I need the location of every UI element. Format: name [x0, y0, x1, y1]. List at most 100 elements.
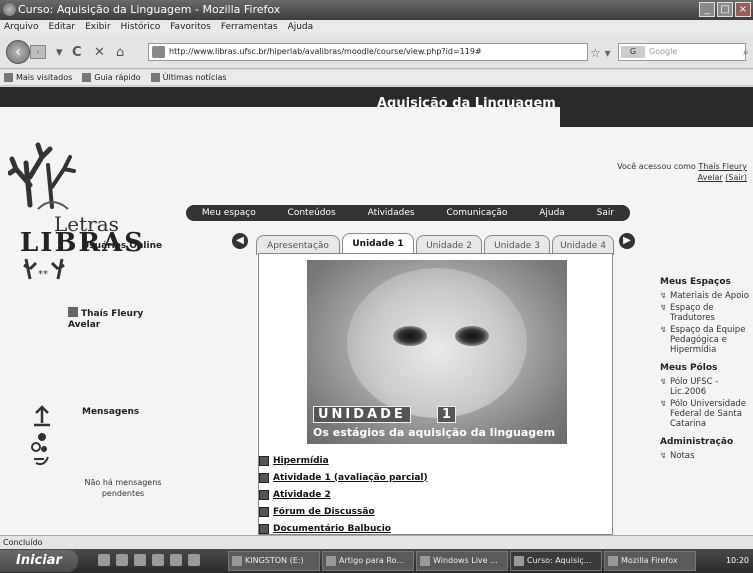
taskbar-item-firefox[interactable]: Mozilla Firefox	[604, 551, 696, 571]
space-materiais[interactable]: Materiais de Apoio	[660, 291, 753, 301]
taskbar-item-windows-live[interactable]: Windows Live ...	[416, 551, 508, 571]
pole-ufsc-federal[interactable]: Pólo Universidade Federal de Santa Catar…	[660, 399, 753, 429]
quick-launch	[98, 554, 200, 566]
pole-ufsc[interactable]: Pólo UFSC - Lic.2006	[660, 377, 753, 397]
bookmark-latest-news[interactable]: Últimas notícias	[150, 70, 227, 85]
online-users-title: Usuários Online	[82, 241, 163, 251]
online-user-name: Thaís Fleury Avelar	[68, 309, 144, 330]
bookmark-star-icon[interactable]: ☆ ▾	[590, 46, 611, 60]
site-identity-icon[interactable]	[152, 46, 165, 58]
tabs-next-button[interactable]: ▶	[619, 233, 635, 249]
reload-icon[interactable]: C	[72, 46, 82, 59]
dropdown-icon[interactable]: ▾	[56, 46, 63, 59]
start-button[interactable]: Iniciar	[0, 550, 78, 572]
navigation-toolbar: ‹ › ▾ C ✕ ⌂ http://www.libras.ufsc.br/hi…	[0, 35, 753, 69]
search-engine-icon[interactable]: G	[621, 46, 645, 58]
tab-unidade-1[interactable]: Unidade 1	[342, 233, 414, 255]
bookmark-icon	[82, 73, 92, 82]
tab-unidade-2[interactable]: Unidade 2	[416, 235, 482, 255]
menu-editar[interactable]: Editar	[48, 20, 75, 35]
quicklaunch-icon[interactable]	[116, 554, 128, 566]
menu-exibir[interactable]: Exibir	[85, 20, 110, 35]
nav-ajuda[interactable]: Ajuda	[533, 208, 571, 218]
resource-label: Fórum de Discussão	[273, 506, 375, 517]
menu-ferramentas[interactable]: Ferramentas	[221, 20, 278, 35]
logout-link[interactable]: (Sair)	[725, 173, 747, 182]
forum-icon	[259, 506, 269, 517]
window-titlebar: Curso: Aquisição da Linguagem - Mozilla …	[0, 0, 753, 20]
system-clock[interactable]: 10:20	[705, 551, 753, 571]
search-box[interactable]: G Google	[618, 43, 746, 61]
resource-atividade-2[interactable]: Atividade 2	[259, 486, 614, 503]
close-button[interactable]: ×	[735, 2, 751, 17]
my-poles-title: Meus Pólos	[660, 363, 718, 373]
window-controls: _ □ ×	[699, 2, 751, 17]
forward-button[interactable]: ›	[30, 45, 46, 59]
resource-documentario[interactable]: Documentário Balbucio	[259, 520, 614, 535]
nav-sair[interactable]: Sair	[591, 208, 620, 218]
bookmark-quick-guide[interactable]: Guia rápido	[82, 70, 141, 85]
resource-label: Documentário Balbucio	[273, 523, 391, 534]
hero-unit-number: 1	[437, 406, 457, 423]
admin-notas[interactable]: Notas	[660, 451, 753, 461]
nav-atividades[interactable]: Atividades	[362, 208, 421, 218]
quicklaunch-icon[interactable]	[170, 554, 182, 566]
login-info: Você acessou como Thaís Fleury Avelar (S…	[617, 161, 747, 183]
hero-subtitle: Os estágios da aquisição da linguagem	[313, 426, 556, 439]
menu-historico[interactable]: Histórico	[121, 20, 161, 35]
quicklaunch-icon[interactable]	[134, 554, 146, 566]
status-bar: Concluído	[0, 535, 753, 549]
my-spaces-title: Meus Espaços	[660, 277, 731, 287]
tab-apresentacao[interactable]: Apresentação	[256, 235, 340, 255]
space-equipe[interactable]: Espaço da Equipe Pedagógica e Hipermídia	[660, 325, 753, 355]
menu-ajuda[interactable]: Ajuda	[288, 20, 314, 35]
menu-favoritos[interactable]: Favoritos	[170, 20, 211, 35]
search-placeholder: Google	[649, 47, 678, 56]
messages-title: Mensagens	[82, 407, 140, 417]
bookmark-label: Últimas notícias	[162, 72, 227, 82]
window-title: Curso: Aquisição da Linguagem - Mozilla …	[18, 3, 281, 16]
taskbar-item-artigo[interactable]: Artigo para Ro...	[322, 551, 414, 571]
bookmark-most-visited[interactable]: Mais visitados	[4, 70, 72, 85]
bookmarks-toolbar: Mais visitados Guia rápido Últimas notíc…	[0, 70, 753, 86]
menu-arquivo[interactable]: Arquivo	[4, 20, 38, 35]
stop-icon[interactable]: ✕	[94, 46, 105, 59]
bookmark-icon	[4, 73, 13, 82]
online-user[interactable]: Thaís Fleury Avelar	[68, 307, 178, 331]
main-navigation: Meu espaço Conteúdos Atividades Comunica…	[186, 205, 630, 221]
nav-conteudos[interactable]: Conteúdos	[282, 208, 342, 218]
video-icon	[259, 523, 269, 534]
nav-meu-espaco[interactable]: Meu espaço	[196, 208, 262, 218]
space-tradutores[interactable]: Espaço de Tradutores	[660, 303, 753, 323]
nav-comunicacao[interactable]: Comunicação	[440, 208, 513, 218]
bookmark-label: Mais visitados	[16, 72, 73, 82]
minimize-button[interactable]: _	[699, 2, 715, 17]
letras-libras-logo[interactable]: Letras LIBRAS	[7, 135, 148, 258]
resource-forum[interactable]: Fórum de Discussão	[259, 503, 614, 520]
quicklaunch-icon[interactable]	[98, 554, 110, 566]
activity-icon	[259, 489, 269, 500]
tab-unidade-3[interactable]: Unidade 3	[484, 235, 550, 255]
taskbar-item-curso[interactable]: Curso: Aquisiç...	[510, 551, 602, 571]
maximize-button[interactable]: □	[717, 2, 733, 17]
tabs-prev-button[interactable]: ◀	[232, 233, 248, 249]
resource-hipermidia[interactable]: Hipermídia	[259, 452, 614, 469]
quicklaunch-icon[interactable]	[152, 554, 164, 566]
tab-unidade-4[interactable]: Unidade 4	[552, 235, 614, 255]
unit-content: UNIDADE 1 Os estágios da aquisição da li…	[258, 253, 613, 535]
back-button[interactable]: ‹	[6, 40, 30, 64]
menubar: Arquivo Editar Exibir Histórico Favorito…	[0, 20, 753, 35]
baby-face-image	[347, 268, 527, 418]
address-bar[interactable]: http://www.libras.ufsc.br/hiperlab/avali…	[148, 43, 588, 61]
unit-hero-image: UNIDADE 1 Os estágios da aquisição da li…	[307, 260, 567, 444]
no-messages-text: Não há mensagens pendentes	[84, 478, 162, 498]
taskbar-item-kingston[interactable]: KINGSTON (E:)	[228, 551, 320, 571]
resource-atividade-1[interactable]: Atividade 1 (avaliação parcial)	[259, 469, 614, 486]
resource-label: Hipermídia	[273, 455, 329, 466]
quicklaunch-icon[interactable]	[188, 554, 200, 566]
search-icon[interactable]: ⌕	[743, 47, 749, 58]
login-text: Você acessou como	[617, 162, 696, 171]
home-icon[interactable]: ⌂	[116, 46, 124, 59]
admin-title: Administração	[660, 437, 734, 447]
eye-image	[393, 326, 427, 346]
